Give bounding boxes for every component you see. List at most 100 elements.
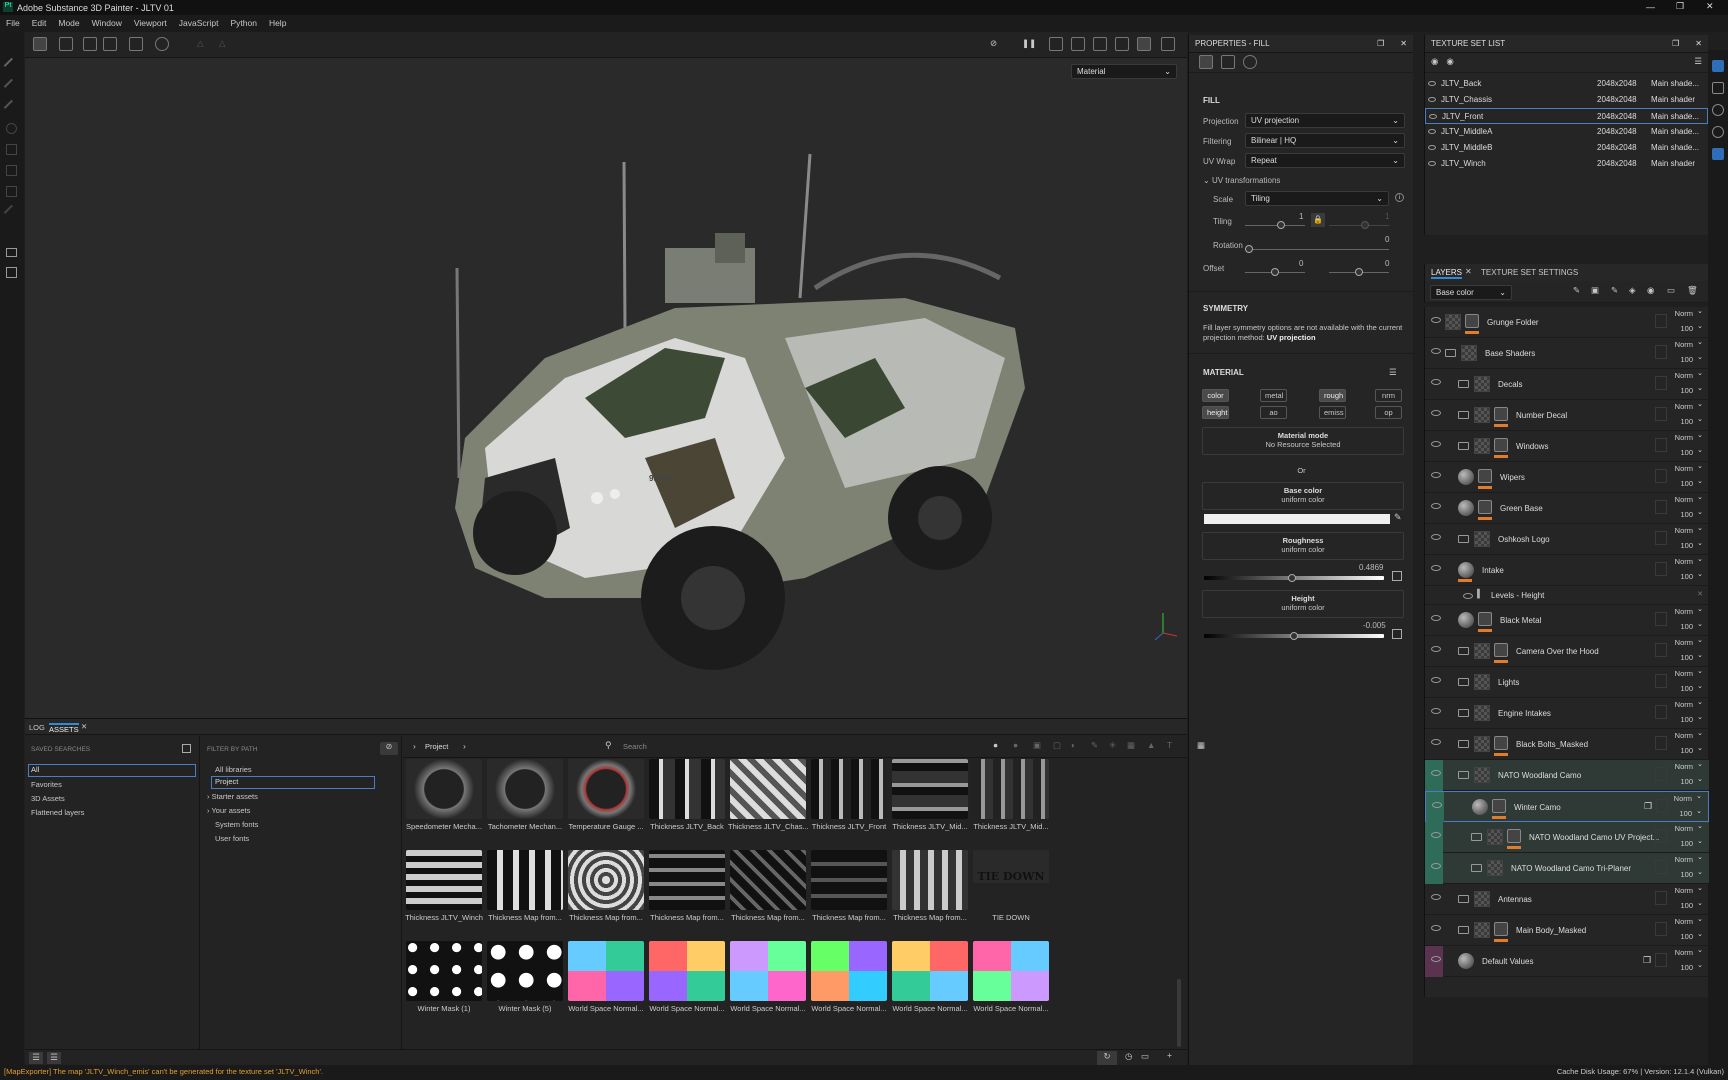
mask-thumbnail[interactable] [1494,736,1508,750]
filter-smart-material-icon[interactable]: ● [1013,740,1018,750]
projection-icon[interactable] [3,99,20,116]
blend-chevron-icon[interactable]: ⌄ [1697,462,1703,470]
asset-tile[interactable]: Thickness JLTV_Mid... [971,759,1051,854]
folder-open-icon[interactable] [1445,349,1456,357]
folder-icon[interactable] [1458,926,1469,934]
history-icon[interactable] [155,37,169,51]
pause-icon[interactable]: ❚❚ [1022,38,1036,49]
channel-emiss[interactable]: emiss [1319,406,1346,419]
blend-swatch[interactable] [1655,438,1667,452]
clone-icon[interactable] [6,165,17,176]
blend-chevron-icon[interactable]: ⌄ [1697,667,1703,675]
grid-layout-icon[interactable] [33,37,47,51]
tiling-slider-2[interactable] [1329,221,1389,229]
opacity-chevron-icon[interactable]: ⌄ [1697,682,1703,690]
layer-opacity[interactable]: 100 [1680,839,1693,848]
visibility-eye-icon[interactable] [1431,503,1441,509]
blend-mode[interactable]: Norm [1675,526,1693,535]
folder-icon[interactable] [1458,678,1469,686]
share-icon[interactable] [1712,60,1724,72]
hide-icon[interactable]: ⊘ [990,38,997,49]
filter-texture-icon[interactable]: ▢ [1053,740,1061,751]
layer-opacity[interactable]: 100 [1680,510,1693,519]
filter-material-icon[interactable]: ● [993,740,998,750]
blend-chevron-icon[interactable]: ⌄ [1697,369,1703,377]
layer-opacity[interactable]: 100 [1680,777,1693,786]
opacity-chevron-icon[interactable]: ⌄ [1696,807,1702,815]
asset-tile[interactable]: Thickness Map from... [566,850,646,945]
visibility-eye-icon[interactable] [1463,593,1473,599]
asset-tile[interactable]: Temperature Gauge ... [566,759,646,854]
minimize-icon[interactable]: — [1646,2,1655,12]
symmetry-icon[interactable] [83,37,97,51]
tab-assets[interactable]: ASSETS [49,723,79,734]
opacity-chevron-icon[interactable]: ⌄ [1697,713,1703,721]
export-icon[interactable] [6,267,17,278]
visibility-eye-icon[interactable] [1431,770,1441,776]
asset-tile[interactable]: TIE DOWN TIE DOWN [971,850,1051,945]
add-asset-icon[interactable]: + [1167,1050,1172,1060]
filter-generator-icon[interactable]: ◐ [1071,740,1076,750]
delete-layer-icon[interactable]: 🗑 [1687,285,1698,296]
blend-swatch[interactable] [1655,469,1667,483]
mask-thumbnail[interactable] [1492,799,1506,813]
display-settings-icon[interactable] [1712,82,1724,94]
menu-javascript[interactable]: JavaScript [173,15,225,31]
blend-swatch[interactable] [1655,531,1667,545]
asset-tile[interactable]: Tachometer Mechan... [485,759,565,854]
layer-row[interactable]: Main Body_Masked Norm 100 ⌄ ⌄ [1425,915,1709,946]
float-panel-icon[interactable]: ❐ [1672,39,1679,48]
asset-tile[interactable]: Thickness JLTV_Front [809,759,889,854]
opacity-chevron-icon[interactable]: ⌄ [1697,651,1703,659]
blend-chevron-icon[interactable]: ⌄ [1697,307,1703,315]
layer-row[interactable]: NATO Woodland Camo UV Project... Norm 100 ⌄… [1425,822,1709,853]
texture-set-row[interactable]: JLTV_Chassis 2048x2048 Main shader [1425,92,1708,108]
lock-icon[interactable]: 🔒 [1311,213,1325,227]
fill-tab-icon[interactable] [1199,55,1213,69]
instance-icon[interactable]: ❐ [1644,801,1652,812]
asset-tile[interactable]: Thickness Map from... [485,850,565,945]
texture-set-shader[interactable]: Main shader [1651,156,1695,172]
menu-viewport[interactable]: Viewport [128,15,173,31]
filter-particle-icon[interactable]: ✳ [1109,740,1116,751]
search-item-favorites[interactable]: Favorites [31,780,62,789]
opacity-chevron-icon[interactable]: ⌄ [1697,446,1703,454]
blend-mode[interactable]: Norm [1675,607,1693,616]
asset-tile[interactable]: Thickness Map from... [728,850,808,945]
scale-select[interactable]: Tiling ⌄ [1245,191,1389,206]
list-mode-icon[interactable]: ☰ [29,1052,43,1064]
blend-chevron-icon[interactable]: ⌄ [1697,915,1703,923]
visibility-eye-icon[interactable] [1431,956,1441,962]
blend-swatch[interactable] [1655,562,1667,576]
material-options-icon[interactable]: ☰ [1389,367,1397,378]
menu-edit[interactable]: Edit [26,15,53,31]
texture-set-shader[interactable]: Main shade... [1651,140,1699,156]
layer-row[interactable]: Decals Norm 100 ⌄ ⌄ [1425,369,1709,400]
box-view-icon[interactable] [1071,37,1085,51]
search-item-3d-assets[interactable]: 3D Assets [31,794,65,803]
texture-set-shader[interactable]: Main shade... [1651,76,1699,92]
screenshot-icon[interactable] [1161,37,1175,51]
visibility-eye-icon[interactable] [1432,802,1442,808]
asset-tile[interactable]: Thickness JLTV_Back [647,759,727,854]
3d-viewport[interactable]: Material ⌄ 93468 [25,58,1187,718]
visibility-eye-icon[interactable] [1431,677,1441,683]
blend-swatch[interactable] [1655,891,1667,905]
mask-thumbnail[interactable] [1494,922,1508,936]
tab-layers[interactable]: LAYERS [1431,268,1462,279]
texture-set-row[interactable]: JLTV_Front 2048x2048 Main shade... [1425,108,1708,124]
blend-mode[interactable]: Norm [1675,855,1693,864]
add-smart-material-icon[interactable]: ◉ [1647,285,1654,296]
filter-mask-icon[interactable]: ▣ [1033,740,1041,751]
asset-tile[interactable]: Thickness Map from... [890,850,970,945]
asset-tile[interactable]: World Space Normal... [890,941,970,1036]
visibility-eye-icon[interactable] [1431,534,1441,540]
blend-mode[interactable]: Norm [1675,402,1693,411]
float-panel-icon[interactable]: ❐ [1377,39,1384,48]
smudge-icon[interactable] [6,144,17,155]
blend-swatch[interactable] [1655,643,1667,657]
add-mask-icon[interactable]: ▣ [1591,285,1599,296]
tab-log[interactable]: LOG [29,723,45,732]
mask-thumbnail[interactable] [1478,469,1492,483]
filtering-select[interactable]: Bilinear | HQ ⌄ [1245,133,1405,148]
